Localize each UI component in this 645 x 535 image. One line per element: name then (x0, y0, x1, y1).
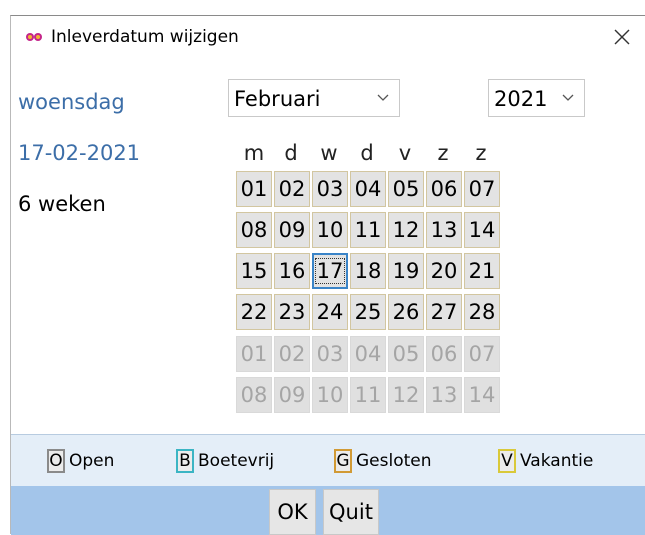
dialog-window: Inleverdatum wijzigen woensdag 17-02-202… (10, 15, 645, 535)
legend-vakantie-label: Vakantie (520, 451, 594, 471)
weekday-header: z (475, 141, 487, 165)
legend-vakantie: V Vakantie (498, 446, 593, 476)
weekday-header: d (360, 141, 374, 165)
day-cell-next-month: 02 (274, 336, 310, 372)
chevron-down-icon (377, 94, 389, 101)
day-cell-next-month: 10 (312, 377, 348, 413)
weekday-header: v (398, 141, 412, 165)
day-cell[interactable]: 08 (236, 212, 272, 248)
weekday-header: w (320, 141, 338, 165)
day-cell[interactable]: 05 (388, 171, 424, 207)
legend-gesloten-key: G (334, 449, 352, 473)
button-bar: OK Quit (11, 486, 645, 535)
weekday-header: d (284, 141, 298, 165)
legend-bar: O Open B Boetevrij G Gesloten V Vakantie (11, 434, 645, 487)
day-cell[interactable]: 14 (464, 212, 500, 248)
day-cell-next-month: 01 (236, 336, 272, 372)
title-bar: Inleverdatum wijzigen (11, 16, 645, 58)
duration-label: 6 weken (18, 192, 106, 216)
year-value: 2021 (494, 87, 548, 111)
glasses-icon (26, 33, 42, 41)
close-icon (614, 29, 630, 45)
legend-gesloten-label: Gesloten (356, 451, 432, 471)
legend-boetevrij-key: B (176, 449, 194, 473)
day-cell[interactable]: 18 (350, 253, 386, 289)
day-cell[interactable]: 11 (350, 212, 386, 248)
day-cell[interactable]: 23 (274, 294, 310, 330)
day-cell-next-month: 09 (274, 377, 310, 413)
day-cell[interactable]: 03 (312, 171, 348, 207)
legend-boetevrij: B Boetevrij (176, 446, 274, 476)
legend-gesloten: G Gesloten (334, 446, 432, 476)
day-cell[interactable]: 01 (236, 171, 272, 207)
day-cell[interactable]: 24 (312, 294, 348, 330)
day-cell-next-month: 04 (350, 336, 386, 372)
day-cell[interactable]: 26 (388, 294, 424, 330)
day-cell-selected[interactable]: 17 (312, 253, 348, 289)
day-cell-next-month: 12 (388, 377, 424, 413)
weekday-header: z (437, 141, 449, 165)
day-cell[interactable]: 07 (464, 171, 500, 207)
window-title: Inleverdatum wijzigen (51, 27, 239, 47)
day-cell[interactable]: 22 (236, 294, 272, 330)
day-cell[interactable]: 15 (236, 253, 272, 289)
day-cell[interactable]: 27 (426, 294, 462, 330)
day-cell[interactable]: 12 (388, 212, 424, 248)
quit-button[interactable]: Quit (323, 489, 379, 535)
close-button[interactable] (599, 16, 645, 58)
day-cell[interactable]: 09 (274, 212, 310, 248)
day-cell-next-month: 05 (388, 336, 424, 372)
legend-vakantie-key: V (498, 449, 516, 473)
day-cell[interactable]: 10 (312, 212, 348, 248)
weekday-label: woensdag (18, 90, 125, 114)
day-cell[interactable]: 21 (464, 253, 500, 289)
day-cell[interactable]: 20 (426, 253, 462, 289)
day-cell[interactable]: 02 (274, 171, 310, 207)
day-cell-next-month: 06 (426, 336, 462, 372)
day-cell[interactable]: 25 (350, 294, 386, 330)
day-cell[interactable]: 06 (426, 171, 462, 207)
weekday-header: m (243, 141, 265, 165)
day-cell-next-month: 03 (312, 336, 348, 372)
day-cell-next-month: 11 (350, 377, 386, 413)
day-cell[interactable]: 19 (388, 253, 424, 289)
ok-button[interactable]: OK (269, 489, 316, 535)
day-cell[interactable]: 16 (274, 253, 310, 289)
date-label: 17-02-2021 (18, 141, 141, 165)
selected-day-label: 17 (314, 258, 346, 284)
day-cell[interactable]: 13 (426, 212, 462, 248)
day-cell-next-month: 07 (464, 336, 500, 372)
legend-boetevrij-label: Boetevrij (198, 451, 275, 471)
day-cell-next-month: 14 (464, 377, 500, 413)
month-select[interactable]: Februari (228, 79, 400, 117)
legend-open-label: Open (69, 451, 115, 471)
day-cell[interactable]: 04 (350, 171, 386, 207)
day-cell-next-month: 08 (236, 377, 272, 413)
year-select[interactable]: 2021 (488, 79, 585, 117)
chevron-down-icon (562, 94, 574, 101)
day-cell[interactable]: 28 (464, 294, 500, 330)
day-cell-next-month: 13 (426, 377, 462, 413)
legend-open: O Open (47, 446, 114, 476)
month-value: Februari (234, 87, 321, 111)
legend-open-key: O (47, 449, 65, 473)
